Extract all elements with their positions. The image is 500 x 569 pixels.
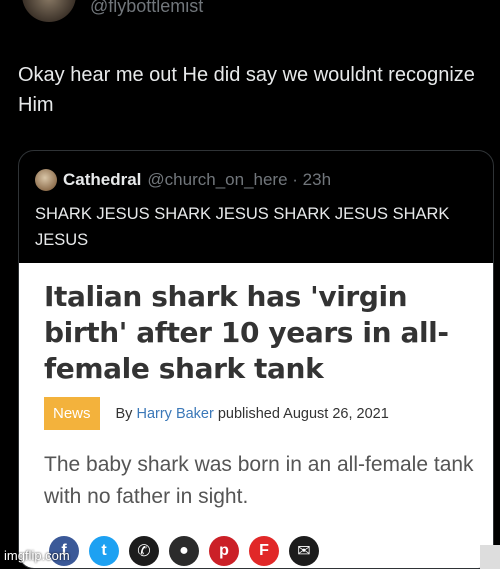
quoted-display-name: Cathedral [63,170,142,189]
tweet-text: Okay hear me out He did say we wouldnt r… [18,64,475,116]
article-screenshot: Italian shark has 'virgin birth' after 1… [19,263,493,568]
corner-artifact [480,545,500,569]
publish-date: published August 26, 2021 [217,405,389,422]
article-title: Italian shark has 'virgin birth' after 1… [44,280,449,385]
tweet-handle[interactable]: @flybottlemist [90,0,203,17]
quoted-tweet-header: Cathedral @church_on_here · 23h [35,169,331,191]
byline: By Harry Baker published August 26, 2021 [116,406,389,422]
watermark: imgflip.com [4,548,70,563]
email-icon: ✉ [289,536,319,566]
quoted-tweet[interactable]: Cathedral @church_on_here · 23h SHARK JE… [18,150,494,569]
article-meta: News By Harry Baker published August 26,… [44,397,389,430]
flipboard-icon: F [249,536,279,566]
quoted-avatar [35,169,57,191]
avatar[interactable] [22,0,76,22]
pinterest-icon: p [209,536,239,566]
author-link: Harry Baker [136,405,214,422]
whatsapp-icon: ✆ [129,536,159,566]
byline-prefix: By [115,405,133,422]
category-badge: News [44,397,100,430]
twitter-icon: t [89,536,119,566]
article-subtitle: The baby shark was born in an all-female… [44,453,474,508]
quoted-tweet-text: SHARK JESUS SHARK JESUS SHARK JESUS SHAR… [35,205,450,249]
share-icons: f t ✆ ● p F ✉ [49,536,319,566]
quoted-handle-time: @church_on_here · 23h [147,170,332,189]
reddit-icon: ● [169,536,199,566]
